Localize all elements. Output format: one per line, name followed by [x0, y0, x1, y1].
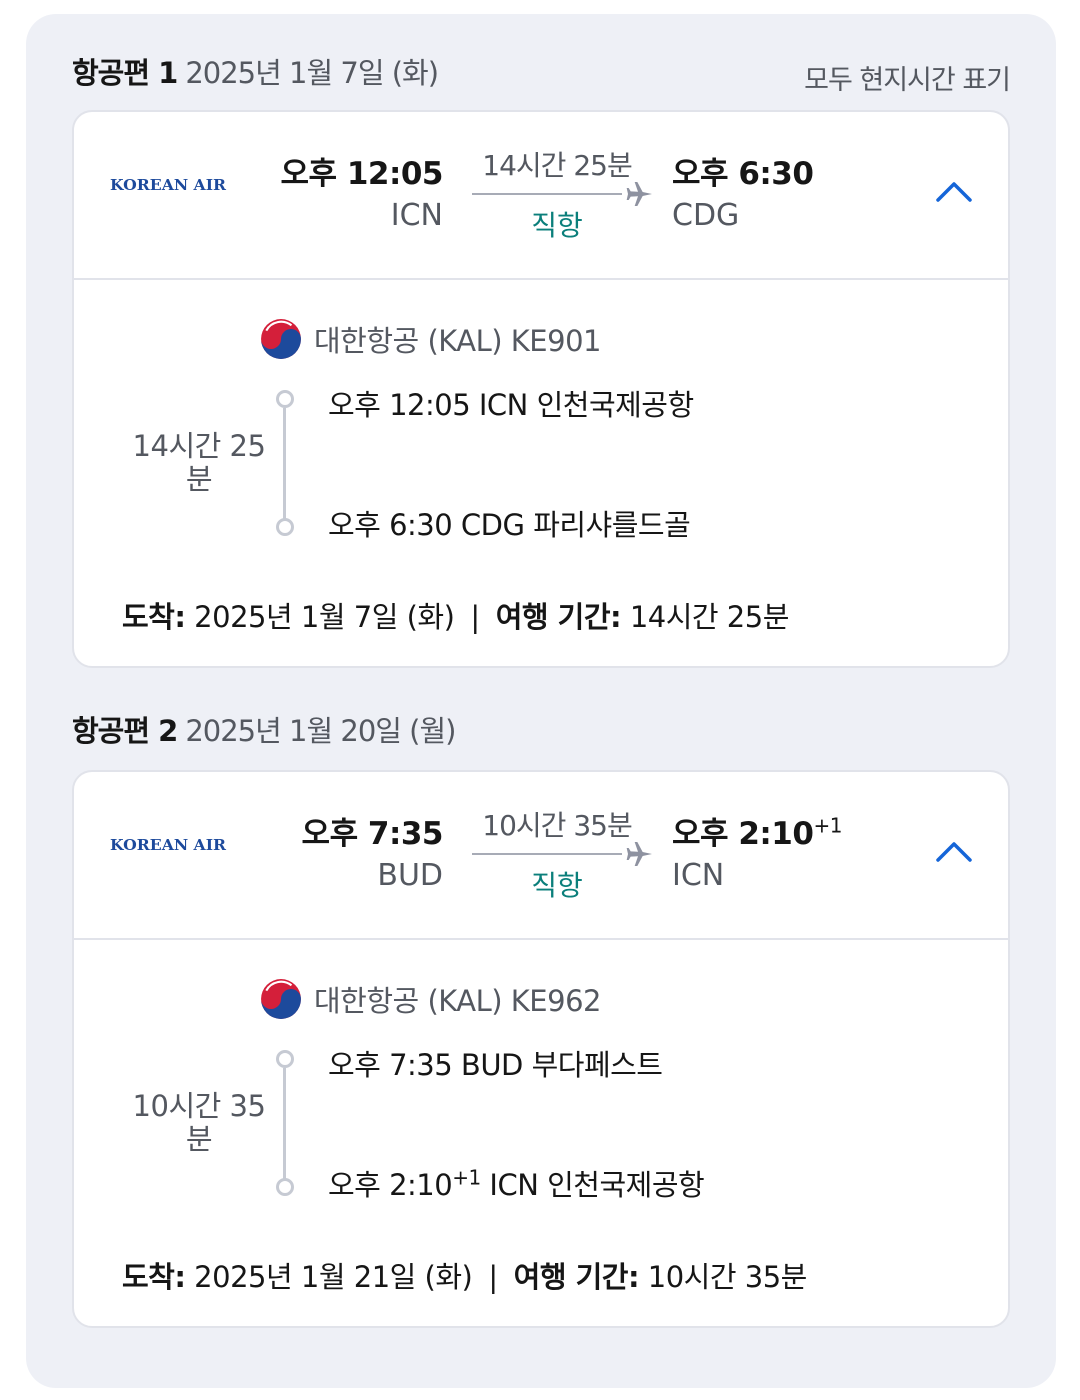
segment-arrival: 오후 2:10+1 ICN 인천국제공항 [328, 1165, 705, 1202]
leg-2-card: KOREAN AIR 오후 7:35 BUD 10시간 35분 직항 오후 2:… [72, 770, 1010, 1328]
timeline-dot-departure [276, 390, 294, 408]
chevron-up-icon[interactable] [932, 836, 976, 866]
timeline-dot-arrival [276, 1178, 294, 1196]
nonstop-label: 직항 [531, 209, 583, 242]
arrival-time: 오후 6:30 [672, 156, 814, 192]
carrier-row: 대한항공 (KAL) KE962 [260, 978, 601, 1020]
flight-details: 대한항공 (KAL) KE962 10시간 35 분 오후 7:35 BUD 부… [74, 940, 1008, 1326]
departure-airport-code: ICN [390, 198, 443, 233]
korean-air-logo: KOREAN AIR [110, 836, 227, 854]
svg-text:KOREAN AIR: KOREAN AIR [110, 176, 227, 194]
carrier-row: 대한항공 (KAL) KE901 [260, 318, 601, 360]
route-line [472, 193, 622, 195]
leg-1-card: KOREAN AIR 오후 12:05 ICN 14시간 25분 직항 오후 6… [72, 110, 1010, 668]
timeline-line [283, 408, 286, 526]
arrival-summary: 도착: 2025년 1월 7일 (화) | 여행 기간: 14시간 25분 [122, 600, 789, 634]
arrival-time: 오후 2:10+1 [672, 813, 842, 852]
korean-air-logo: KOREAN AIR [110, 176, 227, 194]
chevron-up-icon[interactable] [932, 176, 976, 206]
flight-summary[interactable]: KOREAN AIR 오후 7:35 BUD 10시간 35분 직항 오후 2:… [74, 772, 1008, 940]
leg-label: 항공편 1 [72, 56, 178, 90]
segment-duration: 10시간 35 분 [132, 1089, 266, 1156]
departure-time: 오후 7:35 [301, 816, 444, 852]
korean-air-taegeuk-icon [261, 979, 301, 1019]
route-line [472, 853, 622, 855]
korean-air-taegeuk-icon [261, 319, 301, 359]
flight-summary[interactable]: KOREAN AIR 오후 12:05 ICN 14시간 25분 직항 오후 6… [74, 112, 1008, 280]
leg-date: 2025년 1월 7일 (화) [185, 56, 439, 90]
arrival-airport-code: CDG [672, 198, 740, 233]
timeline-dot-arrival [276, 518, 294, 536]
flight-duration: 10시간 35분 [482, 809, 632, 842]
local-time-note: 모두 현지시간 표기 [804, 65, 1011, 96]
departure-time: 오후 12:05 [280, 156, 443, 192]
nonstop-label: 직항 [531, 869, 583, 902]
arrival-summary: 도착: 2025년 1월 21일 (화) | 여행 기간: 10시간 35분 [122, 1260, 807, 1294]
leg-2-header: 항공편 2 2025년 1월 20일 (월) [72, 708, 457, 748]
leg-date: 2025년 1월 20일 (월) [185, 714, 456, 748]
flight-duration: 14시간 25분 [482, 149, 632, 182]
departure-airport-code: BUD [377, 858, 443, 893]
segment-arrival: 오후 6:30 CDG 파리샤를드골 [328, 508, 691, 542]
itinerary-panel: 항공편 1 2025년 1월 7일 (화) 모두 현지시간 표기 KOREAN … [26, 14, 1056, 1388]
day-offset: +1 [813, 813, 842, 838]
svg-text:KOREAN AIR: KOREAN AIR [110, 836, 227, 854]
arrival-airport-code: ICN [672, 858, 725, 893]
segment-duration: 14시간 25 분 [132, 429, 266, 496]
leg-1-header: 항공편 1 2025년 1월 7일 (화) [72, 50, 439, 90]
segment-departure: 오후 7:35 BUD 부다페스트 [328, 1048, 663, 1082]
carrier-flight-number: 대한항공 (KAL) KE901 [314, 324, 601, 358]
timeline-dot-departure [276, 1050, 294, 1068]
carrier-flight-number: 대한항공 (KAL) KE962 [314, 984, 601, 1018]
timeline-line [283, 1068, 286, 1186]
flight-details: 대한항공 (KAL) KE901 14시간 25 분 오후 12:05 ICN … [74, 280, 1008, 666]
segment-departure: 오후 12:05 ICN 인천국제공항 [328, 388, 694, 422]
leg-label: 항공편 2 [72, 714, 178, 748]
